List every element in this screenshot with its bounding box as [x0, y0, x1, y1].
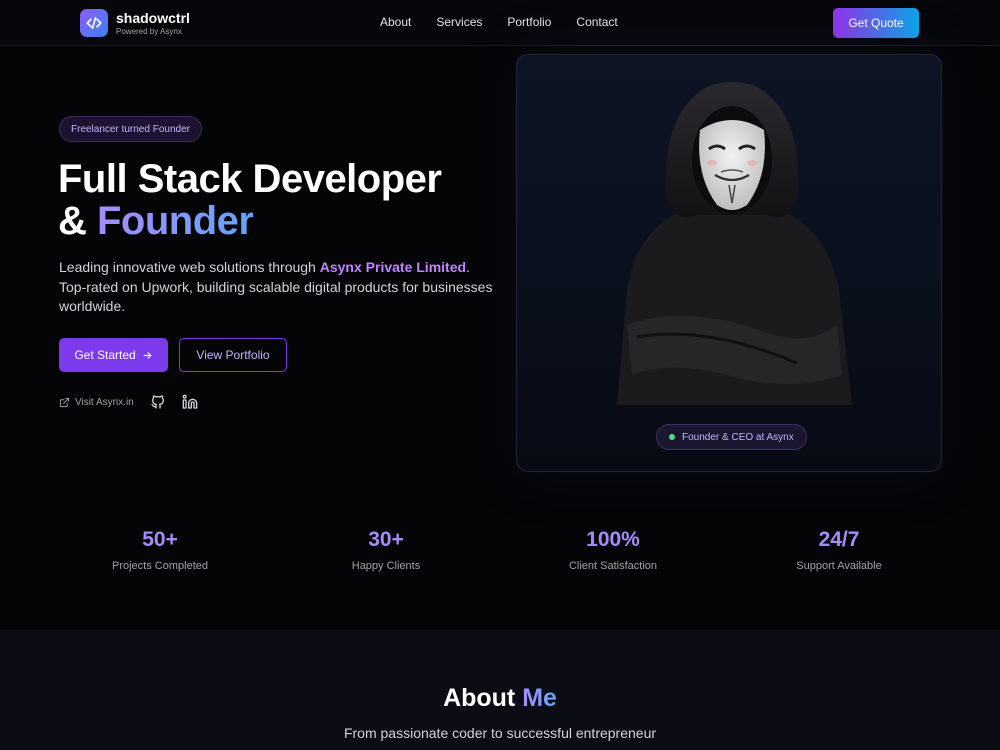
hero-title-line2: & Founder [58, 200, 441, 242]
nav-link-about[interactable]: About [380, 15, 411, 29]
top-nav: shadowctrl Powered by Asynx About Servic… [0, 0, 1000, 46]
stat-clients: 30+ Happy Clients [286, 528, 486, 572]
github-icon[interactable] [150, 394, 166, 410]
stat-value: 24/7 [818, 528, 860, 551]
about-title: About Me [0, 684, 1000, 713]
stat-value: 100% [586, 528, 640, 551]
hero-description-pre: Leading innovative web solutions through [59, 259, 320, 275]
get-quote-button[interactable]: Get Quote [833, 8, 919, 38]
linkedin-icon[interactable] [182, 394, 198, 410]
visit-asynx-link[interactable]: Visit Asynx.in [59, 397, 134, 408]
stat-value: 30+ [368, 528, 404, 551]
about-subtitle: From passionate coder to successful entr… [343, 725, 657, 741]
hero-description: Leading innovative web solutions through… [59, 258, 499, 317]
stat-label: Projects Completed [112, 560, 208, 572]
stat-value: 50+ [142, 528, 178, 551]
external-link-icon [59, 397, 70, 407]
stat-label: Happy Clients [351, 560, 421, 572]
nav-links: About Services Portfolio Contact [380, 15, 643, 29]
about-section: About Me From passionate coder to succes… [0, 630, 1000, 750]
hero-title-amp: & [58, 199, 97, 243]
stat-satisfaction: 100% Client Satisfaction [513, 528, 713, 572]
stat-projects: 50+ Projects Completed [60, 528, 260, 572]
status-dot [669, 434, 675, 440]
hero-description-highlight: Asynx Private Limited [319, 259, 467, 275]
about-title-accent: Me [522, 684, 557, 712]
nav-link-portfolio[interactable]: Portfolio [507, 15, 551, 29]
get-started-button[interactable]: Get Started [59, 338, 168, 372]
founder-card: Founder & CEO at Asynx [516, 54, 942, 472]
view-portfolio-button[interactable]: View Portfolio [179, 338, 287, 372]
social-links: Visit Asynx.in [59, 394, 214, 410]
visit-asynx-label: Visit Asynx.in [75, 396, 134, 408]
brand-name[interactable]: shadowctrl [116, 10, 190, 26]
hero-title: Full Stack Developer & Founder [58, 157, 442, 242]
stat-label: Client Satisfaction [568, 560, 658, 572]
founder-badge-label: Founder & CEO at Asynx [682, 431, 794, 443]
nav-link-services[interactable]: Services [436, 15, 482, 29]
get-started-label: Get Started [74, 348, 136, 362]
stat-label: Support Available [796, 560, 882, 572]
hero-title-accent: Founder [97, 199, 254, 243]
brand-tagline: Powered by Asynx [116, 27, 182, 36]
arrow-right-icon [143, 351, 151, 359]
code-icon [86, 16, 102, 30]
logo[interactable] [80, 9, 108, 37]
stat-support: 24/7 Support Available [739, 528, 939, 572]
hero-badge: Freelancer turned Founder [59, 116, 202, 142]
founder-badge: Founder & CEO at Asynx [656, 424, 807, 450]
nav-link-contact[interactable]: Contact [576, 15, 617, 29]
about-title-pre: About [443, 684, 523, 712]
founder-portrait [617, 82, 852, 405]
hero-title-line1: Full Stack Developer [58, 157, 442, 201]
